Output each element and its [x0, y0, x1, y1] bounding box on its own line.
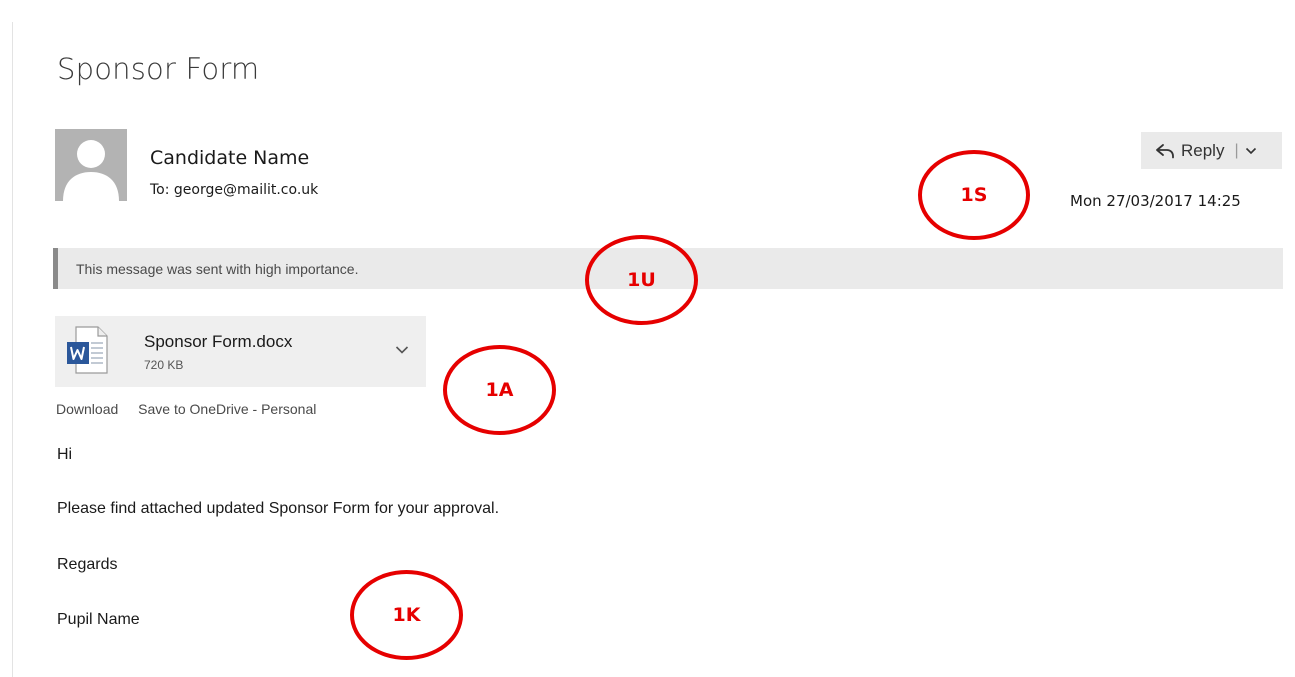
email-subject: Sponsor Form — [57, 52, 260, 86]
attachment-actions: Download Save to OneDrive - Personal — [56, 401, 316, 417]
marker-1u: 1U — [585, 235, 698, 325]
attachment-card[interactable]: Sponsor Form.docx 720 KB — [55, 316, 426, 387]
download-link[interactable]: Download — [56, 401, 118, 417]
importance-text: This message was sent with high importan… — [76, 260, 359, 277]
reply-arrow-icon — [1156, 143, 1174, 158]
chevron-down-icon[interactable] — [1245, 145, 1257, 157]
body-closing: Regards — [57, 556, 118, 573]
attachment-size: 720 KB — [144, 358, 184, 372]
sender-avatar-icon — [55, 129, 127, 201]
save-to-onedrive-link[interactable]: Save to OneDrive - Personal — [138, 401, 316, 417]
reply-button[interactable]: Reply | — [1141, 132, 1282, 169]
sent-timestamp: Mon 27/03/2017 14:25 — [1070, 192, 1241, 210]
body-message: Please find attached updated Sponsor For… — [57, 500, 500, 517]
reply-separator: | — [1234, 141, 1239, 159]
attachment-filename: Sponsor Form.docx — [144, 332, 293, 351]
word-doc-icon — [67, 326, 108, 374]
chevron-down-icon[interactable] — [394, 342, 410, 358]
body-greeting: Hi — [57, 446, 73, 463]
body-signature: Pupil Name — [57, 611, 140, 628]
pane-divider — [12, 22, 13, 677]
reply-label: Reply — [1181, 140, 1225, 160]
email-reading-pane: Sponsor Form Candidate Name To: george@m… — [0, 0, 1295, 677]
marker-1k: 1K — [350, 570, 463, 660]
marker-1a: 1A — [443, 345, 556, 435]
marker-1s: 1S — [918, 150, 1030, 240]
recipient-line: To: george@mailit.co.uk — [150, 182, 319, 198]
sender-name[interactable]: Candidate Name — [150, 147, 309, 169]
